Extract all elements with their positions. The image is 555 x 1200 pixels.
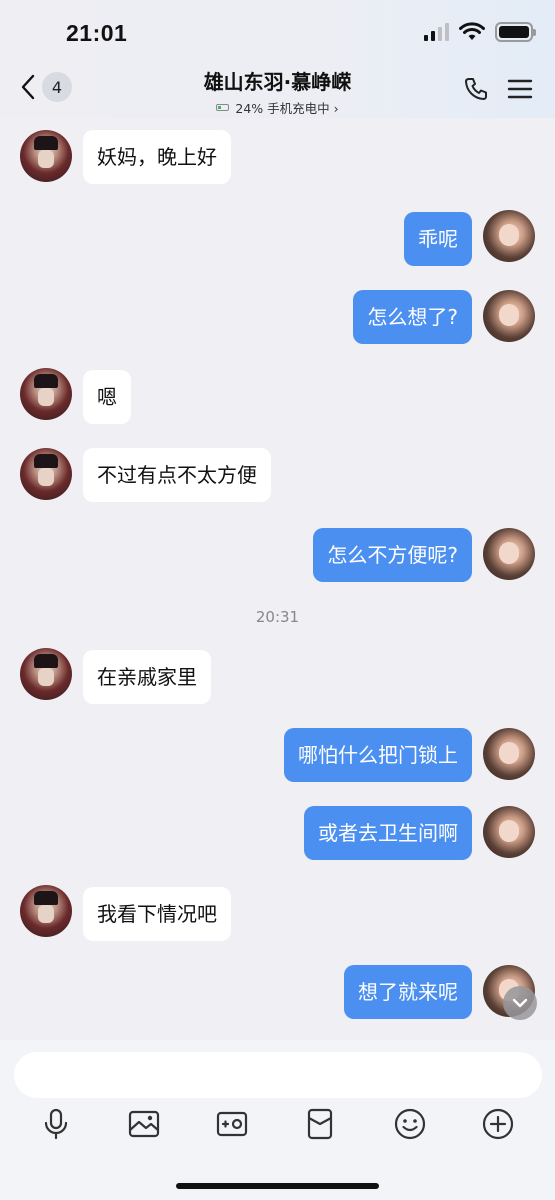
message-list[interactable]: 妖妈，晚上好 乖呢 怎么想了? 嗯 不过有点不太方便 怎么不方便呢? 20:31… xyxy=(0,118,555,1040)
camera-button[interactable] xyxy=(214,1106,250,1142)
voice-button[interactable] xyxy=(38,1106,74,1142)
avatar[interactable] xyxy=(483,806,535,858)
emoji-icon xyxy=(394,1108,426,1140)
avatar[interactable] xyxy=(20,368,72,420)
unread-badge: 4 xyxy=(42,72,72,102)
emoji-button[interactable] xyxy=(392,1106,428,1142)
chat-title-area[interactable]: 雄山东羽·慕峥嵘 24% 手机充电中 › xyxy=(120,66,435,117)
message-bubble[interactable]: 哪怕什么把门锁上 xyxy=(284,728,472,782)
back-button[interactable]: 4 xyxy=(20,72,72,102)
avatar[interactable] xyxy=(20,885,72,937)
wifi-icon xyxy=(459,22,485,40)
plus-icon xyxy=(482,1108,514,1140)
image-icon xyxy=(128,1110,160,1138)
avatar[interactable] xyxy=(483,728,535,780)
message-bubble[interactable]: 怎么想了? xyxy=(353,290,472,344)
composer-toolbar xyxy=(0,1106,555,1146)
camera-icon xyxy=(216,1111,248,1137)
message-bubble[interactable]: 想了就来呢 xyxy=(344,965,472,1019)
status-bar: 21:01 xyxy=(0,0,555,62)
top-bar: 21:01 4 雄山东羽·慕峥嵘 24% 手机充电中 › xyxy=(0,0,555,118)
chat-subtitle-text: 24% 手机充电中 › xyxy=(235,101,339,116)
avatar[interactable] xyxy=(20,130,72,182)
message-bubble[interactable]: 妖妈，晚上好 xyxy=(83,130,231,184)
phone-icon[interactable] xyxy=(463,76,489,102)
avatar[interactable] xyxy=(20,648,72,700)
microphone-icon xyxy=(44,1108,68,1140)
message-bubble[interactable]: 不过有点不太方便 xyxy=(83,448,271,502)
chevron-left-icon xyxy=(21,74,35,100)
chevron-down-icon xyxy=(512,998,528,1008)
avatar[interactable] xyxy=(483,290,535,342)
album-button[interactable] xyxy=(126,1106,162,1142)
chat-header: 4 雄山东羽·慕峥嵘 24% 手机充电中 › xyxy=(0,62,555,118)
header-actions xyxy=(463,76,533,102)
home-indicator xyxy=(176,1183,379,1189)
composer-area xyxy=(0,1040,555,1200)
battery-icon xyxy=(495,22,536,42)
message-bubble[interactable]: 嗯 xyxy=(83,370,131,424)
timestamp: 20:31 xyxy=(255,608,300,626)
red-packet-icon xyxy=(307,1108,333,1140)
avatar[interactable] xyxy=(483,210,535,262)
message-bubble[interactable]: 我看下情况吧 xyxy=(83,887,231,941)
battery-status-icon xyxy=(216,104,230,111)
avatar[interactable] xyxy=(20,448,72,500)
more-button[interactable] xyxy=(480,1106,516,1142)
signal-icon xyxy=(424,23,449,41)
menu-icon[interactable] xyxy=(507,78,533,100)
chat-subtitle: 24% 手机充电中 › xyxy=(120,98,435,117)
message-input[interactable] xyxy=(14,1052,542,1098)
message-bubble[interactable]: 怎么不方便呢? xyxy=(313,528,472,582)
scroll-to-bottom-button[interactable] xyxy=(503,986,537,1020)
message-bubble[interactable]: 或者去卫生间啊 xyxy=(304,806,472,860)
avatar[interactable] xyxy=(483,528,535,580)
chat-title: 雄山东羽·慕峥嵘 xyxy=(203,70,352,94)
status-icons xyxy=(424,22,536,42)
message-bubble[interactable]: 在亲戚家里 xyxy=(83,650,211,704)
red-packet-button[interactable] xyxy=(302,1106,338,1142)
status-time: 21:01 xyxy=(66,20,128,46)
message-bubble[interactable]: 乖呢 xyxy=(404,212,472,266)
